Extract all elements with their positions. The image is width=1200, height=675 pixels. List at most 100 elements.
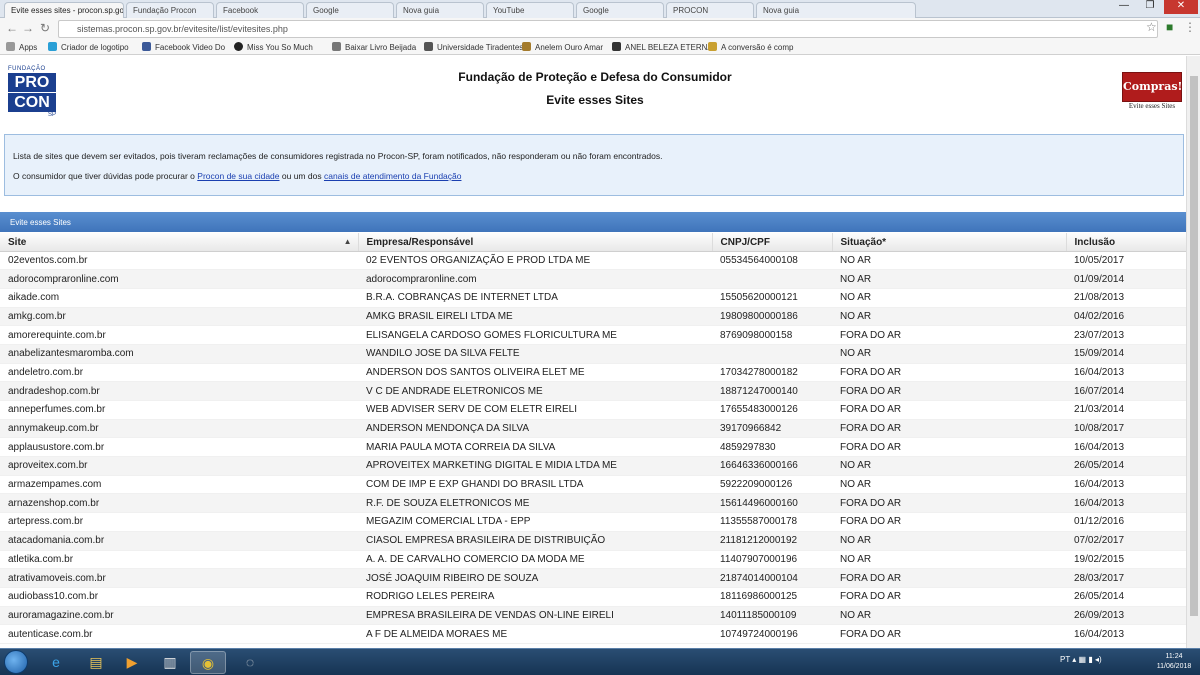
table-row[interactable]: audiobass10.com.br RODRIGO LELES PEREIRA 1… bbox=[0, 587, 1186, 607]
cell-cnpj bbox=[712, 344, 832, 364]
start-button[interactable] bbox=[4, 650, 28, 674]
logo-pro-text: PRO bbox=[8, 73, 56, 92]
cell-situacao: NO AR bbox=[832, 531, 1066, 551]
service-channels-link[interactable]: canais de atendimento da Fundação bbox=[324, 171, 462, 181]
bookmark-1[interactable]: Criador de logotipo bbox=[48, 42, 129, 52]
table-row[interactable]: artepress.com.br MEGAZIM COMERCIAL LTDA -… bbox=[0, 512, 1186, 532]
site-icon bbox=[708, 42, 717, 51]
table-row[interactable]: auroramagazine.com.br EMPRESA BRASILEIRA … bbox=[0, 606, 1186, 626]
cell-situacao: NO AR bbox=[832, 269, 1066, 289]
compras-badge[interactable]: Compras! bbox=[1122, 72, 1182, 102]
cell-empresa: AMKG BRASIL EIRELI LTDA ME bbox=[358, 307, 712, 327]
bookmark-2[interactable]: Facebook Video Do bbox=[142, 42, 225, 52]
tab-4[interactable]: Google bbox=[306, 2, 394, 18]
cell-inclusao: 15/09/2014 bbox=[1066, 344, 1186, 364]
table-row[interactable]: arnazenshop.com.br R.F. DE SOUZA ELETRONI… bbox=[0, 493, 1186, 514]
close-icon[interactable]: ✕ bbox=[1164, 0, 1198, 14]
page-icon bbox=[612, 42, 621, 51]
info-line-2: O consumidor que tiver dúvidas pode proc… bbox=[13, 171, 1175, 181]
table-row[interactable]: atletika.com.br A. A. DE CARVALHO COMERCI… bbox=[0, 550, 1186, 570]
ie-icon[interactable]: e bbox=[38, 651, 74, 674]
procon-city-link[interactable]: Procon de sua cidade bbox=[197, 171, 279, 181]
cell-site: adorocompraronline.com bbox=[0, 269, 358, 289]
browser-tab-bar: Evite esses sites - procon.sp.gov.br Fun… bbox=[0, 0, 1200, 18]
menu-icon[interactable]: ⋮ bbox=[1184, 20, 1196, 34]
cell-site: arnazenshop.com.br bbox=[0, 493, 358, 514]
bookmark-8[interactable]: A conversão é comp bbox=[708, 42, 793, 52]
table-row[interactable]: adorocompraronline.com adorocompraronline… bbox=[0, 269, 1186, 289]
cell-empresa: adorocompraronline.com bbox=[358, 269, 712, 289]
back-icon[interactable]: ← bbox=[6, 21, 18, 35]
bookmark-5[interactable]: Universidade Tiradentes bbox=[424, 42, 523, 52]
cell-inclusao: 07/02/2017 bbox=[1066, 531, 1186, 551]
cell-site: applausustore.com.br bbox=[0, 437, 358, 458]
url-input[interactable]: sistemas.procon.sp.gov.br/evitesite/list… bbox=[58, 20, 1158, 38]
cell-site: anabelizantesmaromba.com bbox=[0, 344, 358, 364]
cell-situacao: FORA DO AR bbox=[832, 437, 1066, 458]
table-row[interactable]: amkg.com.br AMKG BRASIL EIRELI LTDA ME 198… bbox=[0, 307, 1186, 327]
bookmark-star-icon[interactable]: ☆ bbox=[1146, 20, 1157, 34]
tab-3[interactable]: Facebook bbox=[216, 2, 304, 18]
tab-2[interactable]: Fundação Procon bbox=[126, 2, 214, 18]
site-icon bbox=[522, 42, 531, 51]
tab-8[interactable]: PROCON bbox=[666, 2, 754, 18]
column-header-empresa[interactable]: Empresa/Responsável bbox=[358, 233, 713, 252]
clock-date: 11/06/2018 bbox=[1156, 663, 1192, 670]
cell-situacao: FORA DO AR bbox=[832, 587, 1066, 607]
cell-site: armazempames.com bbox=[0, 475, 358, 495]
table-row[interactable]: amorerequinte.com.br ELISANGELA CARDOSO G… bbox=[0, 325, 1186, 345]
forward-icon[interactable]: → bbox=[22, 21, 34, 35]
bookmark-4[interactable]: Baixar Livro Beijada bbox=[332, 42, 416, 52]
cell-site: artepress.com.br bbox=[0, 512, 358, 532]
maximize-icon[interactable]: ❐ bbox=[1138, 0, 1162, 14]
column-header-situacao[interactable]: Situação* bbox=[832, 233, 1067, 252]
table-row[interactable]: applausustore.com.br MARIA PAULA MOTA COR… bbox=[0, 437, 1186, 458]
language-indicator[interactable]: PT bbox=[1060, 655, 1070, 664]
table-row[interactable]: autenticase.com.br A F DE ALMEIDA MORAES … bbox=[0, 624, 1186, 644]
bookmark-6[interactable]: Anelem Ouro Amar bbox=[522, 42, 603, 52]
table-row[interactable]: andradeshop.com.br V C DE ANDRADE ELETRON… bbox=[0, 381, 1186, 401]
table-row[interactable]: anneperfumes.com.br WEB ADVISER SERV DE C… bbox=[0, 400, 1186, 420]
reload-icon[interactable]: ↻ bbox=[40, 21, 50, 35]
cell-inclusao: 16/04/2013 bbox=[1066, 493, 1186, 514]
clock[interactable]: 11:24 11/06/2018 bbox=[1150, 652, 1198, 672]
cell-situacao: FORA DO AR bbox=[832, 400, 1066, 420]
cell-situacao: NO AR bbox=[832, 456, 1066, 476]
cell-cnpj: 5922209000126 bbox=[712, 475, 832, 495]
table-row[interactable]: aikade.com B.R.A. COBRANÇAS DE INTERNET L… bbox=[0, 288, 1186, 308]
bookmark-3[interactable]: Miss You So Much bbox=[234, 42, 313, 52]
cell-cnpj: 17655483000126 bbox=[712, 400, 832, 420]
page-title: Fundação de Proteção e Defesa do Consumi… bbox=[458, 70, 732, 84]
explorer-icon[interactable]: ▤ bbox=[78, 651, 114, 674]
tab-5[interactable]: Nova guia bbox=[396, 2, 484, 18]
column-header-cnpj[interactable]: CNPJ/CPF bbox=[712, 233, 833, 252]
tab-7[interactable]: Google bbox=[576, 2, 664, 18]
table-row[interactable]: annymakeup.com.br ANDERSON MENDONÇA DA SI… bbox=[0, 419, 1186, 439]
bookmark-apps[interactable]: Apps bbox=[6, 42, 37, 52]
table-row[interactable]: atrativamoveis.com.br JOSÉ JOAQUIM RIBEIR… bbox=[0, 568, 1186, 588]
scrollbar-thumb[interactable] bbox=[1190, 76, 1198, 616]
media-player-icon[interactable]: ▶ bbox=[114, 651, 150, 674]
minimize-icon[interactable]: — bbox=[1112, 0, 1136, 14]
tab-evite-sites[interactable]: Evite esses sites - procon.sp.gov.br bbox=[4, 2, 124, 18]
cell-cnpj: 19809800000186 bbox=[712, 307, 832, 327]
cell-cnpj: 11407907000196 bbox=[712, 550, 832, 570]
table-row[interactable]: anabelizantesmaromba.com WANDILO JOSE DA … bbox=[0, 344, 1186, 364]
table-row[interactable]: armazempames.com COM DE IMP E EXP GHANDI … bbox=[0, 475, 1186, 495]
column-header-site[interactable]: Site ▲ bbox=[0, 233, 359, 252]
table-row[interactable]: atacadomania.com.br CIASOL EMPRESA BRASIL… bbox=[0, 531, 1186, 551]
app-icon[interactable]: ◌ bbox=[232, 651, 268, 674]
table-row[interactable]: aproveitex.com.br APROVEITEX MARKETING DI… bbox=[0, 456, 1186, 476]
table-row[interactable]: 02eventos.com.br 02 EVENTOS ORGANIZAÇÃO E… bbox=[0, 251, 1186, 271]
extension-icon[interactable]: ■ bbox=[1166, 20, 1173, 34]
tab-6[interactable]: YouTube bbox=[486, 2, 574, 18]
bookmark-7[interactable]: ANEL BELEZA ETERNA bbox=[612, 42, 713, 52]
tab-9[interactable]: Nova guia bbox=[756, 2, 916, 18]
table-row[interactable]: andeletro.com.br ANDERSON DOS SANTOS OLIV… bbox=[0, 363, 1186, 383]
document-icon[interactable]: ▥ bbox=[152, 651, 188, 674]
cell-empresa: WEB ADVISER SERV DE COM ELETR EIRELI bbox=[358, 400, 712, 420]
chrome-icon[interactable]: ◉ bbox=[190, 651, 226, 674]
column-header-inclusao[interactable]: Inclusão bbox=[1066, 233, 1186, 252]
vertical-scrollbar[interactable] bbox=[1186, 56, 1200, 648]
cell-empresa: A F DE ALMEIDA MORAES ME bbox=[358, 624, 712, 644]
